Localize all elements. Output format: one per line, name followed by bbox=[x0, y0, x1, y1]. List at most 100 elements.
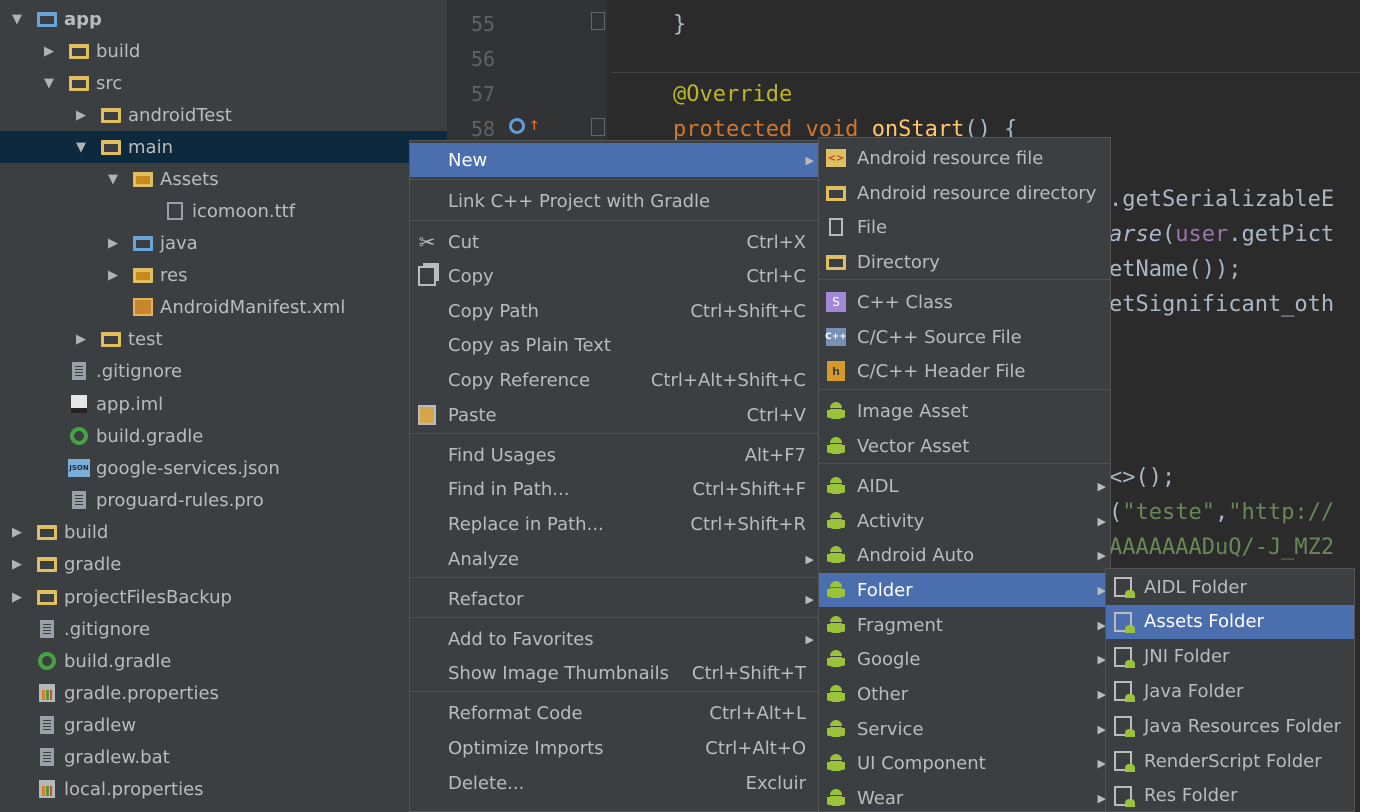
menu-item-find-in-path[interactable]: Find in Path... Ctrl+Shift+F bbox=[410, 472, 818, 506]
new-item-folder[interactable]: Folder ▶ bbox=[819, 573, 1110, 607]
tree-item-test[interactable]: ▶ test bbox=[0, 323, 447, 355]
tree-item-local-properties[interactable]: ▶local.properties bbox=[0, 773, 447, 805]
tree-item-gradle[interactable]: ▶ gradle bbox=[0, 548, 447, 580]
collapse-arrow-icon[interactable]: ▶ bbox=[10, 525, 24, 540]
menu-item-refactor[interactable]: Refactor ▶ bbox=[410, 582, 818, 616]
expand-arrow-icon[interactable]: ▼ bbox=[106, 172, 120, 187]
tree-item-androidtest[interactable]: ▶ androidTest bbox=[0, 99, 447, 131]
folder-item-renderscript-folder[interactable]: RenderScript Folder bbox=[1106, 744, 1354, 778]
new-item-android-auto[interactable]: Android Auto ▶ bbox=[819, 538, 1110, 572]
collapse-arrow-icon[interactable]: ▶ bbox=[42, 44, 56, 59]
expand-arrow-icon[interactable]: ▼ bbox=[10, 12, 24, 27]
tree-item-build[interactable]: ▶ build bbox=[0, 516, 447, 548]
menu-item-analyze[interactable]: Analyze ▶ bbox=[410, 542, 818, 576]
menu-item-copy-as-plain-text[interactable]: Copy as Plain Text bbox=[410, 328, 818, 362]
override-marker-icon[interactable] bbox=[509, 118, 525, 134]
new-item-file[interactable]: File bbox=[819, 210, 1110, 244]
new-item-google[interactable]: Google ▶ bbox=[819, 642, 1110, 676]
up-arrow-icon[interactable]: ↑ bbox=[529, 114, 540, 135]
tree-item-gradlew[interactable]: ▶gradlew bbox=[0, 709, 447, 741]
file-icon-shape bbox=[829, 218, 843, 236]
new-item-aidl[interactable]: AIDL ▶ bbox=[819, 469, 1110, 503]
tree-item-assets[interactable]: ▼ Assets bbox=[0, 163, 447, 195]
tree-item-androidmanifest-xml[interactable]: ▶AndroidManifest.xml bbox=[0, 291, 447, 323]
collapse-arrow-icon[interactable]: ▶ bbox=[106, 236, 120, 251]
shortcut-label: Ctrl+Shift+R bbox=[690, 513, 806, 535]
tree-item-main[interactable]: ▼ main bbox=[0, 131, 447, 163]
menu-item-optimize-imports[interactable]: Optimize Imports Ctrl+Alt+O bbox=[410, 731, 818, 765]
android-icon bbox=[825, 752, 847, 774]
collapse-arrow-icon[interactable]: ▶ bbox=[74, 108, 88, 123]
android-folder-icon-shape bbox=[1114, 577, 1135, 598]
tree-item-gradlew-bat[interactable]: ▶gradlew.bat bbox=[0, 741, 447, 773]
collapse-arrow-icon[interactable]: ▶ bbox=[74, 332, 88, 347]
menu-item-reformat-code[interactable]: Reformat Code Ctrl+Alt+L bbox=[410, 696, 818, 730]
menu-item-copy[interactable]: Copy Ctrl+C bbox=[410, 259, 818, 293]
tree-item-projectfilesbackup[interactable]: ▶ projectFilesBackup bbox=[0, 581, 447, 613]
tree-item-proguard-rules-pro[interactable]: ▶proguard-rules.pro bbox=[0, 484, 447, 516]
folder-item-res-folder[interactable]: Res Folder bbox=[1106, 779, 1354, 812]
collapse-arrow-icon[interactable]: ▶ bbox=[106, 268, 120, 283]
new-item-android-resource-directory[interactable]: Android resource directory bbox=[819, 176, 1110, 210]
new-item-android-resource-file[interactable]: <> Android resource file bbox=[819, 141, 1110, 175]
menu-item-paste[interactable]: Paste Ctrl+V bbox=[410, 398, 818, 432]
tree-item-icomoon-ttf[interactable]: ▶icomoon.ttf bbox=[0, 195, 447, 227]
menu-item-new[interactable]: New ▶ bbox=[410, 143, 818, 177]
expand-arrow-icon[interactable]: ▼ bbox=[74, 140, 88, 155]
android-icon-shape bbox=[827, 580, 845, 600]
new-item-service[interactable]: Service ▶ bbox=[819, 712, 1110, 746]
collapse-arrow-icon[interactable]: ▶ bbox=[10, 557, 24, 572]
fold-marker-icon[interactable] bbox=[591, 118, 605, 136]
menu-item-label: Delete... bbox=[448, 772, 525, 794]
tree-item-java[interactable]: ▶ java bbox=[0, 227, 447, 259]
text-file-icon bbox=[36, 619, 58, 639]
folder-item-aidl-folder[interactable]: AIDL Folder bbox=[1106, 570, 1354, 604]
android-icon bbox=[825, 435, 847, 457]
new-item-directory[interactable]: Directory bbox=[819, 245, 1110, 279]
folder-item-java-resources-folder[interactable]: Java Resources Folder bbox=[1106, 709, 1354, 743]
menu-separator bbox=[410, 577, 818, 578]
tree-item-src[interactable]: ▼ src bbox=[0, 67, 447, 99]
tree-item-gitignore[interactable]: ▶.gitignore bbox=[0, 613, 447, 645]
tree-item-app-iml[interactable]: ▶app.iml bbox=[0, 388, 447, 420]
new-item-activity[interactable]: Activity ▶ bbox=[819, 504, 1110, 538]
menu-item-label: AIDL Folder bbox=[1144, 576, 1247, 598]
properties-icon bbox=[36, 683, 58, 703]
new-item-ui-component[interactable]: UI Component ▶ bbox=[819, 746, 1110, 780]
tree-item-build-gradle[interactable]: ▶build.gradle bbox=[0, 420, 447, 452]
folder-item-jni-folder[interactable]: JNI Folder bbox=[1106, 640, 1354, 674]
new-item-c-c-source-file[interactable]: C++ C/C++ Source File bbox=[819, 320, 1110, 354]
tree-item-build[interactable]: ▶ build bbox=[0, 35, 447, 67]
new-item-vector-asset[interactable]: Vector Asset bbox=[819, 429, 1110, 463]
menu-item-add-to-favorites[interactable]: Add to Favorites ▶ bbox=[410, 622, 818, 656]
tree-item-build-gradle[interactable]: ▶build.gradle bbox=[0, 645, 447, 677]
tree-item-google-services-json[interactable]: ▶JSONgoogle-services.json bbox=[0, 452, 447, 484]
menu-item-copy-reference[interactable]: Copy Reference Ctrl+Alt+Shift+C bbox=[410, 363, 818, 397]
menu-item-label: Copy Reference bbox=[448, 369, 591, 391]
menu-item-delete[interactable]: Delete... Excluir bbox=[410, 766, 818, 800]
new-item-wear[interactable]: Wear ▶ bbox=[819, 781, 1110, 812]
expand-arrow-icon[interactable]: ▼ bbox=[42, 76, 56, 91]
new-item-fragment[interactable]: Fragment ▶ bbox=[819, 608, 1110, 642]
folder-item-java-folder[interactable]: Java Folder bbox=[1106, 674, 1354, 708]
collapse-arrow-icon[interactable]: ▶ bbox=[10, 590, 24, 605]
menu-item-show-image-thumbnails[interactable]: Show Image Thumbnails Ctrl+Shift+T bbox=[410, 656, 818, 690]
tree-item-app[interactable]: ▼ app bbox=[0, 3, 447, 35]
menu-item-link-c-project-with-gradle[interactable]: Link C++ Project with Gradle bbox=[410, 184, 818, 218]
new-item-c-c-header-file[interactable]: h C/C++ Header File bbox=[819, 354, 1110, 388]
menu-item-replace-in-path[interactable]: Replace in Path... Ctrl+Shift+R bbox=[410, 507, 818, 541]
folder-item-assets-folder[interactable]: Assets Folder bbox=[1106, 604, 1354, 639]
code-fragment: AAAAAAADuQ/-J_MZ2 bbox=[1109, 535, 1335, 560]
new-item-c-class[interactable]: S C++ Class bbox=[819, 285, 1110, 319]
new-item-other[interactable]: Other ▶ bbox=[819, 677, 1110, 711]
menu-item-find-usages[interactable]: Find Usages Alt+F7 bbox=[410, 438, 818, 472]
menu-separator bbox=[819, 463, 1110, 464]
menu-item-copy-path[interactable]: Copy Path Ctrl+Shift+C bbox=[410, 294, 818, 328]
new-item-image-asset[interactable]: Image Asset bbox=[819, 394, 1110, 428]
tree-item-res[interactable]: ▶ res bbox=[0, 259, 447, 291]
tree-item-gradle-properties[interactable]: ▶gradle.properties bbox=[0, 677, 447, 709]
tree-item-gitignore[interactable]: ▶.gitignore bbox=[0, 355, 447, 387]
fold-marker-icon[interactable] bbox=[591, 12, 605, 30]
menu-item-cut[interactable]: ✂ Cut Ctrl+X bbox=[410, 225, 818, 259]
code-fragment: <>(); bbox=[1109, 465, 1176, 490]
